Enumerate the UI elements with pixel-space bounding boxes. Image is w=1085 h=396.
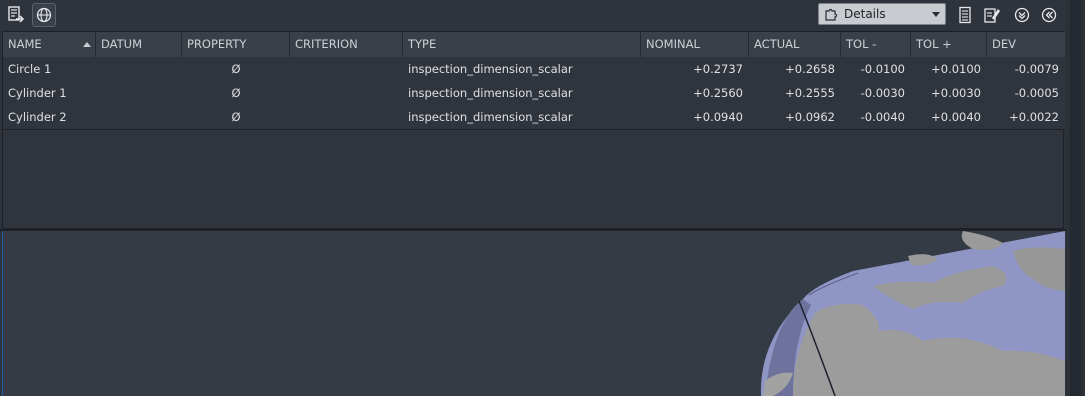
cell-actual: +0.0962 <box>785 110 835 124</box>
cell-datum <box>96 105 182 129</box>
table-row[interactable]: Cylinder 1 Ø inspection_dimension_scalar… <box>3 81 1065 106</box>
cell-tol-plus: +0.0030 <box>931 86 981 100</box>
column-header-datum[interactable]: DATUM <box>96 32 182 57</box>
cell-criterion <box>290 105 403 129</box>
column-header-name[interactable]: NAME <box>3 32 96 57</box>
scanned-part-model[interactable] <box>3 231 1065 396</box>
3d-viewport[interactable] <box>2 231 1065 396</box>
sort-ascending-icon <box>83 42 91 47</box>
edit-note-icon[interactable] <box>981 4 1003 26</box>
chevron-down-icon[interactable] <box>932 12 940 17</box>
collapse-left-icon[interactable] <box>1038 4 1060 26</box>
table-row[interactable]: Circle 1 Ø inspection_dimension_scalar +… <box>3 57 1065 82</box>
cell-name: Cylinder 2 <box>8 110 67 124</box>
column-header-tol-minus[interactable]: TOL - <box>841 32 911 57</box>
toolbar: Details <box>0 0 1066 30</box>
cell-property: Ø <box>231 110 241 124</box>
cell-criterion <box>290 57 403 81</box>
inspection-table: NAME DATUM PROPERTY CRITERION TYPE NOMIN… <box>2 31 1065 229</box>
cell-property: Ø <box>231 62 241 76</box>
cell-nominal: +0.0940 <box>693 110 743 124</box>
cell-tol-plus: +0.0040 <box>931 110 981 124</box>
cell-dev: +0.0022 <box>1009 110 1059 124</box>
cell-tol-plus: +0.0100 <box>931 62 981 76</box>
cell-type: inspection_dimension_scalar <box>408 110 573 124</box>
globe-icon[interactable] <box>32 3 56 27</box>
cell-tol-minus: -0.0100 <box>860 62 905 76</box>
cell-property: Ø <box>231 86 241 100</box>
column-header-type[interactable]: TYPE <box>403 32 641 57</box>
cell-criterion <box>290 81 403 105</box>
column-header-property[interactable]: PROPERTY <box>182 32 290 57</box>
cell-dev: -0.0079 <box>1014 62 1059 76</box>
vertical-scrollbar[interactable] <box>1066 0 1085 396</box>
document-list-icon[interactable] <box>954 4 976 26</box>
cell-nominal: +0.2560 <box>693 86 743 100</box>
export-report-icon[interactable] <box>5 4 27 26</box>
cell-actual: +0.2555 <box>785 86 835 100</box>
scan-overlay <box>961 231 1003 251</box>
expand-down-icon[interactable] <box>1011 4 1033 26</box>
cell-type: inspection_dimension_scalar <box>408 62 573 76</box>
table-header: NAME DATUM PROPERTY CRITERION TYPE NOMIN… <box>3 32 1065 57</box>
cell-actual: +0.2658 <box>785 62 835 76</box>
cell-datum <box>96 57 182 81</box>
scrollbar-track[interactable] <box>1070 0 1081 396</box>
view-selector-value: Details <box>844 7 886 21</box>
column-header-criterion[interactable]: CRITERION <box>290 32 403 57</box>
column-header-actual[interactable]: ACTUAL <box>749 32 841 57</box>
table-row[interactable]: Cylinder 2 Ø inspection_dimension_scalar… <box>3 105 1065 130</box>
puzzle-icon <box>821 4 841 24</box>
cell-name: Cylinder 1 <box>8 86 67 100</box>
cell-tol-minus: -0.0030 <box>860 86 905 100</box>
column-header-dev[interactable]: DEV <box>987 32 1065 57</box>
cell-nominal: +0.2737 <box>693 62 743 76</box>
cell-tol-minus: -0.0040 <box>860 110 905 124</box>
cell-dev: -0.0005 <box>1014 86 1059 100</box>
cell-datum <box>96 81 182 105</box>
column-header-tol-plus[interactable]: TOL + <box>911 32 987 57</box>
view-selector-dropdown[interactable]: Details <box>818 3 946 25</box>
cell-name: Circle 1 <box>8 62 52 76</box>
column-header-nominal[interactable]: NOMINAL <box>641 32 749 57</box>
cell-type: inspection_dimension_scalar <box>408 86 573 100</box>
